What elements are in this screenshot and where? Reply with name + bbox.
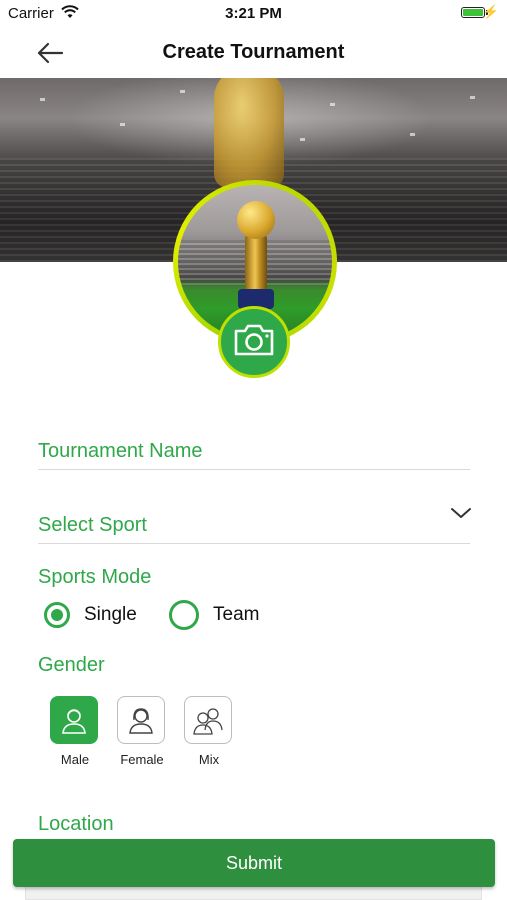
sports-mode-label: Sports Mode (38, 566, 152, 588)
banner-trophy (214, 78, 284, 188)
camera-icon (232, 322, 276, 363)
battery-icon (461, 7, 485, 18)
gender-label: Gender (38, 654, 105, 676)
gender-option-label: Female (120, 752, 164, 767)
female-icon (117, 696, 165, 744)
page-title: Create Tournament (162, 41, 345, 63)
tournament-name-input[interactable]: Tournament Name (38, 440, 203, 463)
radio-label: Single (84, 604, 137, 625)
mix-icon (184, 696, 232, 744)
select-sport-dropdown[interactable]: Select Sport (38, 514, 147, 537)
gender-male-option[interactable]: Male (50, 696, 100, 767)
status-bar: Carrier 3:21 PM ⚡ (0, 0, 507, 28)
clock: 3:21 PM (225, 5, 282, 22)
camera-button[interactable] (218, 306, 290, 378)
gender-female-option[interactable]: Female (117, 696, 167, 767)
gender-option-label: Mix (198, 752, 220, 767)
gender-option-label: Male (60, 752, 90, 767)
divider (38, 469, 470, 470)
radio-unchecked-icon (169, 600, 199, 630)
male-icon (50, 696, 98, 744)
radio-checked-icon (44, 602, 70, 628)
submit-button[interactable]: Submit (13, 839, 495, 887)
location-label: Location (38, 813, 114, 835)
gender-mix-option[interactable]: Mix (184, 696, 234, 767)
divider (38, 543, 470, 544)
radio-single[interactable]: Single (44, 597, 137, 633)
nav-bar: Create Tournament (0, 28, 507, 78)
chevron-down-icon[interactable] (449, 503, 473, 523)
radio-label: Team (213, 604, 260, 625)
radio-team[interactable]: Team (169, 597, 259, 633)
charging-icon: ⚡ (482, 4, 499, 19)
